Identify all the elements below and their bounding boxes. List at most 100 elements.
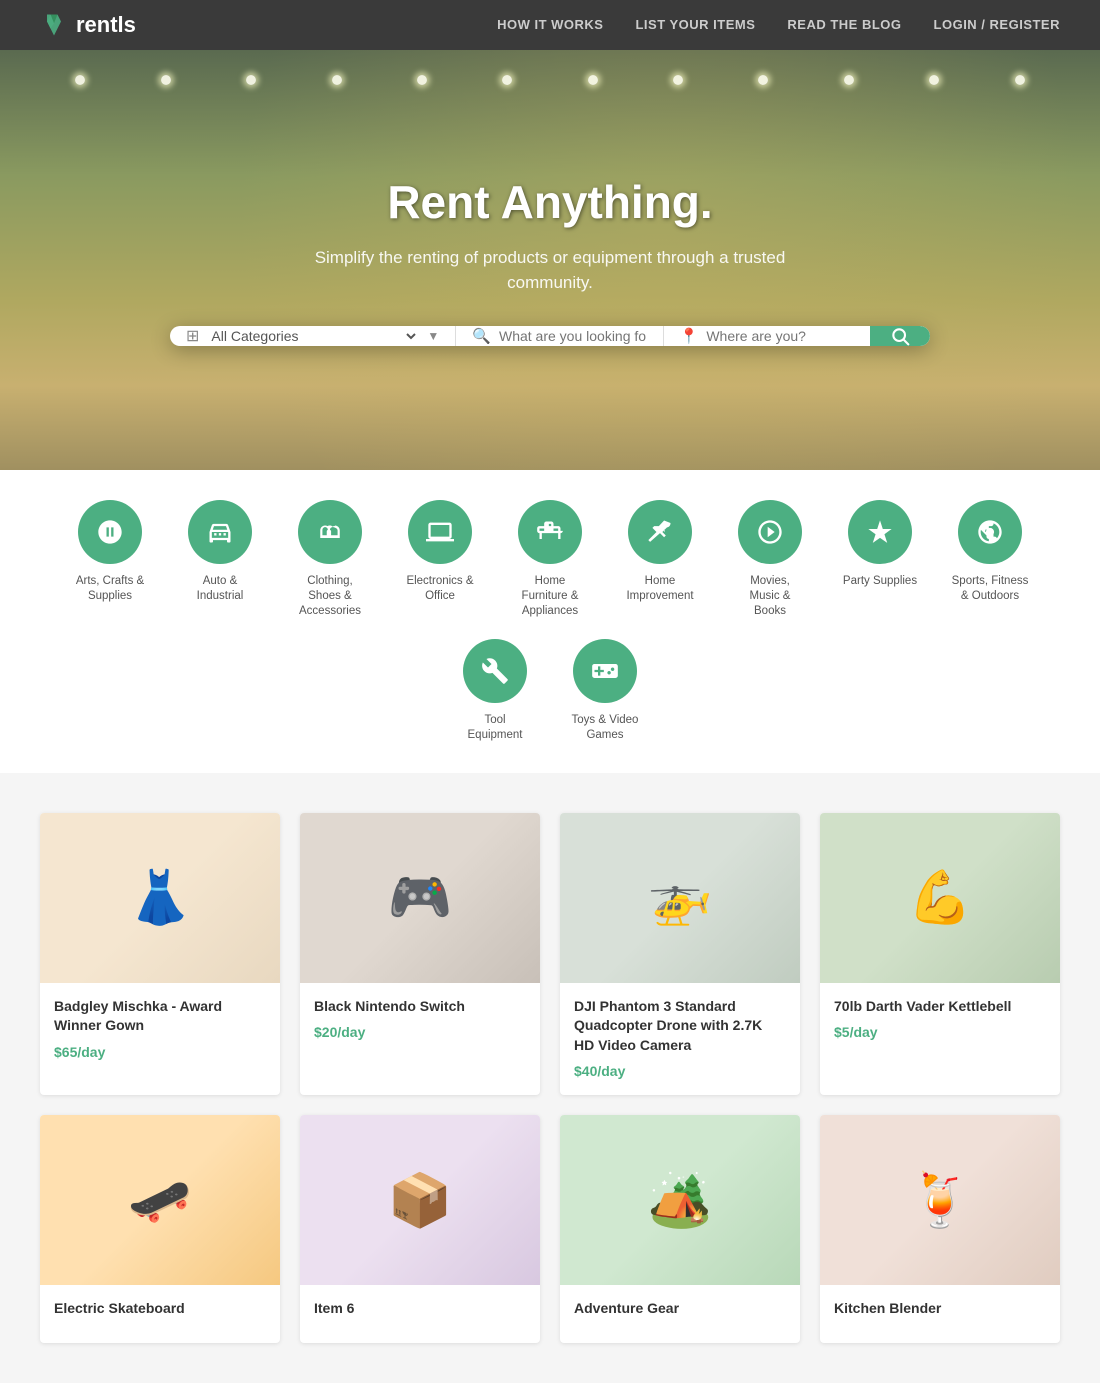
light-bulb bbox=[417, 75, 427, 85]
light-bulb bbox=[75, 75, 85, 85]
light-bulb bbox=[161, 75, 171, 85]
product-card-p4[interactable]: 💪 70lb Darth Vader Kettlebell $5/day bbox=[820, 813, 1060, 1096]
nav-link-read-the-blog[interactable]: READ THE BLOG bbox=[787, 17, 901, 32]
category-label-movies-music: Movies,Music &Books bbox=[750, 574, 791, 619]
category-label-tool-equipment: ToolEquipment bbox=[468, 713, 523, 743]
brand-logo[interactable]: rentls bbox=[40, 11, 136, 39]
category-dropdown[interactable]: All CategoriesArts, Crafts & SuppliesAut… bbox=[207, 327, 419, 345]
product-info-p5: Electric Skateboard bbox=[40, 1285, 280, 1343]
light-bulb bbox=[1015, 75, 1025, 85]
product-name-p7: Adventure Gear bbox=[574, 1299, 786, 1319]
hero-subtitle: Simplify the renting of products or equi… bbox=[300, 245, 800, 296]
light-bulb bbox=[844, 75, 854, 85]
hero-lights bbox=[0, 50, 1100, 130]
search-bar: ⊞ All CategoriesArts, Crafts & SuppliesA… bbox=[170, 326, 930, 346]
category-icon-arts-crafts bbox=[78, 500, 142, 564]
search-what-input[interactable] bbox=[499, 328, 647, 344]
category-item-auto-industrial[interactable]: Auto &Industrial bbox=[175, 500, 265, 604]
categories-row: Arts, Crafts &Supplies Auto &Industrial Cl… bbox=[40, 500, 1060, 743]
category-item-home-furniture[interactable]: HomeFurniture &Appliances bbox=[505, 500, 595, 619]
product-info-p7: Adventure Gear bbox=[560, 1285, 800, 1343]
search-button[interactable] bbox=[870, 326, 930, 346]
nav-link-login-register[interactable]: LOGIN / REGISTER bbox=[934, 17, 1060, 32]
category-label-sports-fitness: Sports, Fitness& Outdoors bbox=[952, 574, 1029, 604]
product-image-p5: 🛹 bbox=[40, 1115, 280, 1285]
product-card-p7[interactable]: 🏕️ Adventure Gear bbox=[560, 1115, 800, 1343]
category-icon-auto-industrial bbox=[188, 500, 252, 564]
category-label-clothing: Clothing,Shoes &Accessories bbox=[299, 574, 361, 619]
product-info-p4: 70lb Darth Vader Kettlebell $5/day bbox=[820, 983, 1060, 1057]
product-card-p1[interactable]: 👗 Badgley Mischka - Award Winner Gown $65/… bbox=[40, 813, 280, 1096]
brand-name: rentls bbox=[76, 12, 136, 38]
category-icon-party-supplies bbox=[848, 500, 912, 564]
chevron-down-icon: ▼ bbox=[427, 329, 439, 343]
hero-section: Rent Anything. Simplify the renting of p… bbox=[0, 50, 1100, 470]
category-item-clothing[interactable]: Clothing,Shoes &Accessories bbox=[285, 500, 375, 619]
search-where-input[interactable] bbox=[706, 328, 854, 344]
categories-section: Arts, Crafts &Supplies Auto &Industrial Cl… bbox=[0, 470, 1100, 773]
product-price-p1: $65/day bbox=[54, 1044, 266, 1060]
category-icon-home-furniture bbox=[518, 500, 582, 564]
category-item-toys-games[interactable]: Toys & VideoGames bbox=[560, 639, 650, 743]
product-info-p2: Black Nintendo Switch $20/day bbox=[300, 983, 540, 1057]
light-bulb bbox=[332, 75, 342, 85]
product-name-p6: Item 6 bbox=[314, 1299, 526, 1319]
category-icon-sports-fitness bbox=[958, 500, 1022, 564]
nav-link-list-your-items[interactable]: LIST YOUR ITEMS bbox=[635, 17, 755, 32]
product-image-p2: 🎮 bbox=[300, 813, 540, 983]
category-item-movies-music[interactable]: Movies,Music &Books bbox=[725, 500, 815, 619]
product-image-p1: 👗 bbox=[40, 813, 280, 983]
product-name-p2: Black Nintendo Switch bbox=[314, 997, 526, 1017]
light-bulb bbox=[588, 75, 598, 85]
product-image-p7: 🏕️ bbox=[560, 1115, 800, 1285]
search-where-field: 📍 bbox=[664, 326, 870, 346]
products-section: 👗 Badgley Mischka - Award Winner Gown $65/… bbox=[0, 773, 1100, 1383]
category-label-arts-crafts: Arts, Crafts &Supplies bbox=[76, 574, 144, 604]
category-label-electronics: Electronics &Office bbox=[406, 574, 473, 604]
product-image-p4: 💪 bbox=[820, 813, 1060, 983]
category-icon-clothing bbox=[298, 500, 362, 564]
product-card-p6[interactable]: 📦 Item 6 bbox=[300, 1115, 540, 1343]
category-icon-electronics bbox=[408, 500, 472, 564]
product-card-p2[interactable]: 🎮 Black Nintendo Switch $20/day bbox=[300, 813, 540, 1096]
search-icon: 🔍 bbox=[472, 327, 491, 345]
category-label-home-improvement: HomeImprovement bbox=[626, 574, 693, 604]
light-bulb bbox=[502, 75, 512, 85]
light-bulb bbox=[929, 75, 939, 85]
product-card-p8[interactable]: 🍹Kitchen Blender bbox=[820, 1115, 1060, 1343]
category-label-toys-games: Toys & VideoGames bbox=[572, 713, 639, 743]
category-label-party-supplies: Party Supplies bbox=[843, 574, 917, 589]
grid-icon: ⊞ bbox=[186, 326, 199, 346]
product-image-p6: 📦 bbox=[300, 1115, 540, 1285]
product-info-p1: Badgley Mischka - Award Winner Gown $65/d… bbox=[40, 983, 280, 1076]
light-bulb bbox=[673, 75, 683, 85]
product-image-p8: 🍹 bbox=[820, 1115, 1060, 1285]
hero-title: Rent Anything. bbox=[300, 175, 800, 229]
category-item-party-supplies[interactable]: Party Supplies bbox=[835, 500, 925, 589]
product-name-p1: Badgley Mischka - Award Winner Gown bbox=[54, 997, 266, 1036]
category-item-electronics[interactable]: Electronics &Office bbox=[395, 500, 485, 604]
product-price-p2: $20/day bbox=[314, 1024, 526, 1040]
search-what-field: 🔍 bbox=[456, 326, 663, 346]
category-item-home-improvement[interactable]: HomeImprovement bbox=[615, 500, 705, 604]
product-name-p3: DJI Phantom 3 Standard Quadcopter Drone … bbox=[574, 997, 786, 1056]
product-info-p3: DJI Phantom 3 Standard Quadcopter Drone … bbox=[560, 983, 800, 1096]
product-info-p8: Kitchen Blender bbox=[820, 1285, 1060, 1343]
product-price-p3: $40/day bbox=[574, 1063, 786, 1079]
product-image-p3: 🚁 bbox=[560, 813, 800, 983]
product-card-p5[interactable]: 🛹Electric Skateboard bbox=[40, 1115, 280, 1343]
product-name-p4: 70lb Darth Vader Kettlebell bbox=[834, 997, 1046, 1017]
light-bulb bbox=[246, 75, 256, 85]
search-category-selector[interactable]: ⊞ All CategoriesArts, Crafts & SuppliesA… bbox=[170, 326, 456, 346]
product-card-p3[interactable]: 🚁 DJI Phantom 3 Standard Quadcopter Drone… bbox=[560, 813, 800, 1096]
product-price-p4: $5/day bbox=[834, 1024, 1046, 1040]
navbar: rentls HOW IT WORKS LIST YOUR ITEMS READ T… bbox=[0, 0, 1100, 50]
location-icon: 📍 bbox=[680, 327, 699, 345]
nav-links: HOW IT WORKS LIST YOUR ITEMS READ THE BLOG… bbox=[497, 16, 1060, 34]
product-info-p6: Item 6 bbox=[300, 1285, 540, 1343]
category-item-arts-crafts[interactable]: Arts, Crafts &Supplies bbox=[65, 500, 155, 604]
category-item-sports-fitness[interactable]: Sports, Fitness& Outdoors bbox=[945, 500, 1035, 604]
nav-link-how-it-works[interactable]: HOW IT WORKS bbox=[497, 17, 603, 32]
category-icon-tool-equipment bbox=[463, 639, 527, 703]
category-item-tool-equipment[interactable]: ToolEquipment bbox=[450, 639, 540, 743]
